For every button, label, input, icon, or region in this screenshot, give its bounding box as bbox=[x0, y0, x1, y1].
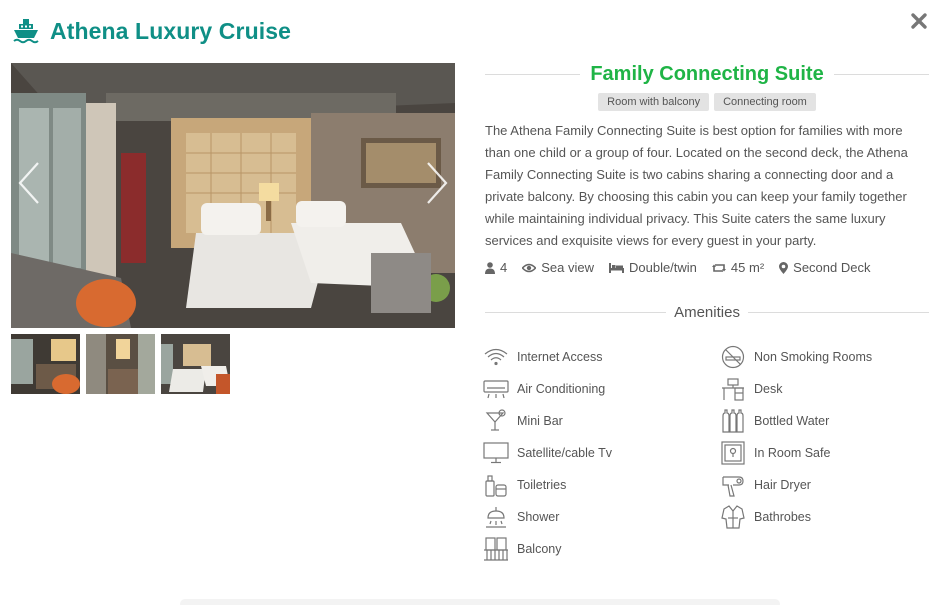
tag-balcony: Room with balcony bbox=[598, 93, 710, 111]
amenity-label: Bottled Water bbox=[754, 414, 830, 428]
amenity-label: Air Conditioning bbox=[517, 382, 606, 396]
room-tags: Room with balcony Connecting room bbox=[485, 93, 929, 111]
safe-icon bbox=[720, 440, 746, 466]
amenities-column-right: Non Smoking Rooms Desk Bottled Water In … bbox=[720, 341, 872, 533]
amenity-label: Satellite/cable Tv bbox=[517, 446, 612, 460]
cocktail-icon bbox=[483, 408, 509, 434]
eye-icon bbox=[522, 263, 537, 272]
thumbnail-strip bbox=[11, 334, 230, 394]
amenity-shower: Shower bbox=[483, 501, 612, 533]
user-icon bbox=[485, 261, 495, 274]
hair-dryer-icon bbox=[720, 472, 746, 498]
room-description: The Athena Family Connecting Suite is be… bbox=[485, 123, 908, 248]
bottles-icon bbox=[720, 408, 746, 434]
divider bbox=[747, 311, 930, 313]
no-smoking-icon bbox=[720, 344, 746, 370]
thumbnail-3[interactable] bbox=[161, 334, 230, 394]
deck-value: Second Deck bbox=[793, 260, 871, 275]
main-room-photo bbox=[11, 63, 455, 328]
amenity-non-smoking: Non Smoking Rooms bbox=[720, 341, 872, 373]
guests-value: 4 bbox=[500, 260, 508, 275]
divider bbox=[485, 311, 667, 313]
guests-fact: 4 bbox=[485, 260, 507, 275]
amenity-label: Non Smoking Rooms bbox=[754, 350, 873, 364]
room-title-row: Family Connecting Suite bbox=[485, 60, 930, 88]
thumbnail-2[interactable] bbox=[86, 334, 155, 394]
amenities-title-row: Amenities bbox=[485, 302, 930, 322]
amenity-internet: Internet Access bbox=[483, 341, 612, 373]
deck-fact: Second Deck bbox=[779, 260, 870, 275]
amenity-mini-bar: Mini Bar bbox=[483, 405, 612, 437]
amenity-label: In Room Safe bbox=[754, 446, 831, 460]
bed-value: Double/twin bbox=[628, 260, 697, 275]
map-marker-icon bbox=[779, 261, 789, 274]
amenity-safe: In Room Safe bbox=[720, 437, 872, 469]
amenity-label: Hair Dryer bbox=[754, 478, 811, 492]
air-conditioner-icon bbox=[483, 376, 509, 402]
chevron-right-icon bbox=[427, 162, 448, 204]
amenity-label: Desk bbox=[754, 382, 783, 396]
bathrobe-icon bbox=[720, 504, 746, 530]
balcony-icon bbox=[483, 536, 509, 562]
wifi-icon bbox=[483, 344, 509, 370]
amenity-air-conditioning: Air Conditioning bbox=[483, 373, 612, 405]
modal-header: Athena Luxury Cruise bbox=[12, 14, 291, 48]
toiletries-icon bbox=[483, 472, 509, 498]
resize-icon bbox=[711, 263, 726, 272]
amenity-label: Mini Bar bbox=[517, 414, 563, 428]
thumbnail-1[interactable] bbox=[11, 334, 80, 394]
room-details: Family Connecting Suite Room with balcon… bbox=[485, 60, 930, 322]
view-fact: Sea view bbox=[522, 260, 594, 275]
size-fact: 45 m² bbox=[711, 260, 765, 275]
amenity-desk: Desk bbox=[720, 373, 872, 405]
chevron-left-icon bbox=[18, 162, 39, 204]
amenity-bathrobes: Bathrobes bbox=[720, 501, 872, 533]
amenity-bottled-water: Bottled Water bbox=[720, 405, 872, 437]
tag-connecting: Connecting room bbox=[714, 93, 816, 111]
amenity-tv: Satellite/cable Tv bbox=[483, 437, 612, 469]
divider bbox=[833, 73, 930, 75]
modal-bottom-shadow bbox=[180, 599, 780, 605]
bed-icon bbox=[608, 263, 624, 273]
amenity-label: Internet Access bbox=[517, 350, 603, 364]
amenity-toiletries: Toiletries bbox=[483, 469, 612, 501]
size-value: 45 m² bbox=[730, 260, 765, 275]
close-button[interactable] bbox=[910, 12, 928, 30]
amenity-label: Balcony bbox=[517, 542, 562, 556]
amenities-title: Amenities bbox=[674, 303, 740, 321]
cruise-title: Athena Luxury Cruise bbox=[50, 17, 291, 44]
bed-fact: Double/twin bbox=[608, 260, 697, 275]
view-value: Sea view bbox=[541, 260, 594, 275]
close-icon bbox=[911, 13, 927, 29]
prev-photo-arrow[interactable] bbox=[14, 158, 44, 208]
shower-icon bbox=[483, 504, 509, 530]
amenity-label: Bathrobes bbox=[754, 510, 811, 524]
ship-icon bbox=[12, 17, 40, 45]
amenities-column-left: Internet Access Air Conditioning Mini Ba… bbox=[483, 341, 612, 565]
amenity-label: Shower bbox=[517, 510, 560, 524]
tv-icon bbox=[483, 440, 509, 466]
amenity-hair-dryer: Hair Dryer bbox=[720, 469, 872, 501]
room-title: Family Connecting Suite bbox=[590, 62, 824, 85]
room-facts: 4 Sea view Double/twin 45 m² Second Deck bbox=[485, 260, 929, 275]
next-photo-arrow[interactable] bbox=[422, 158, 452, 208]
desk-icon bbox=[720, 376, 746, 402]
divider bbox=[485, 73, 581, 75]
amenity-label: Toiletries bbox=[517, 478, 567, 492]
amenity-balcony: Balcony bbox=[483, 533, 612, 565]
